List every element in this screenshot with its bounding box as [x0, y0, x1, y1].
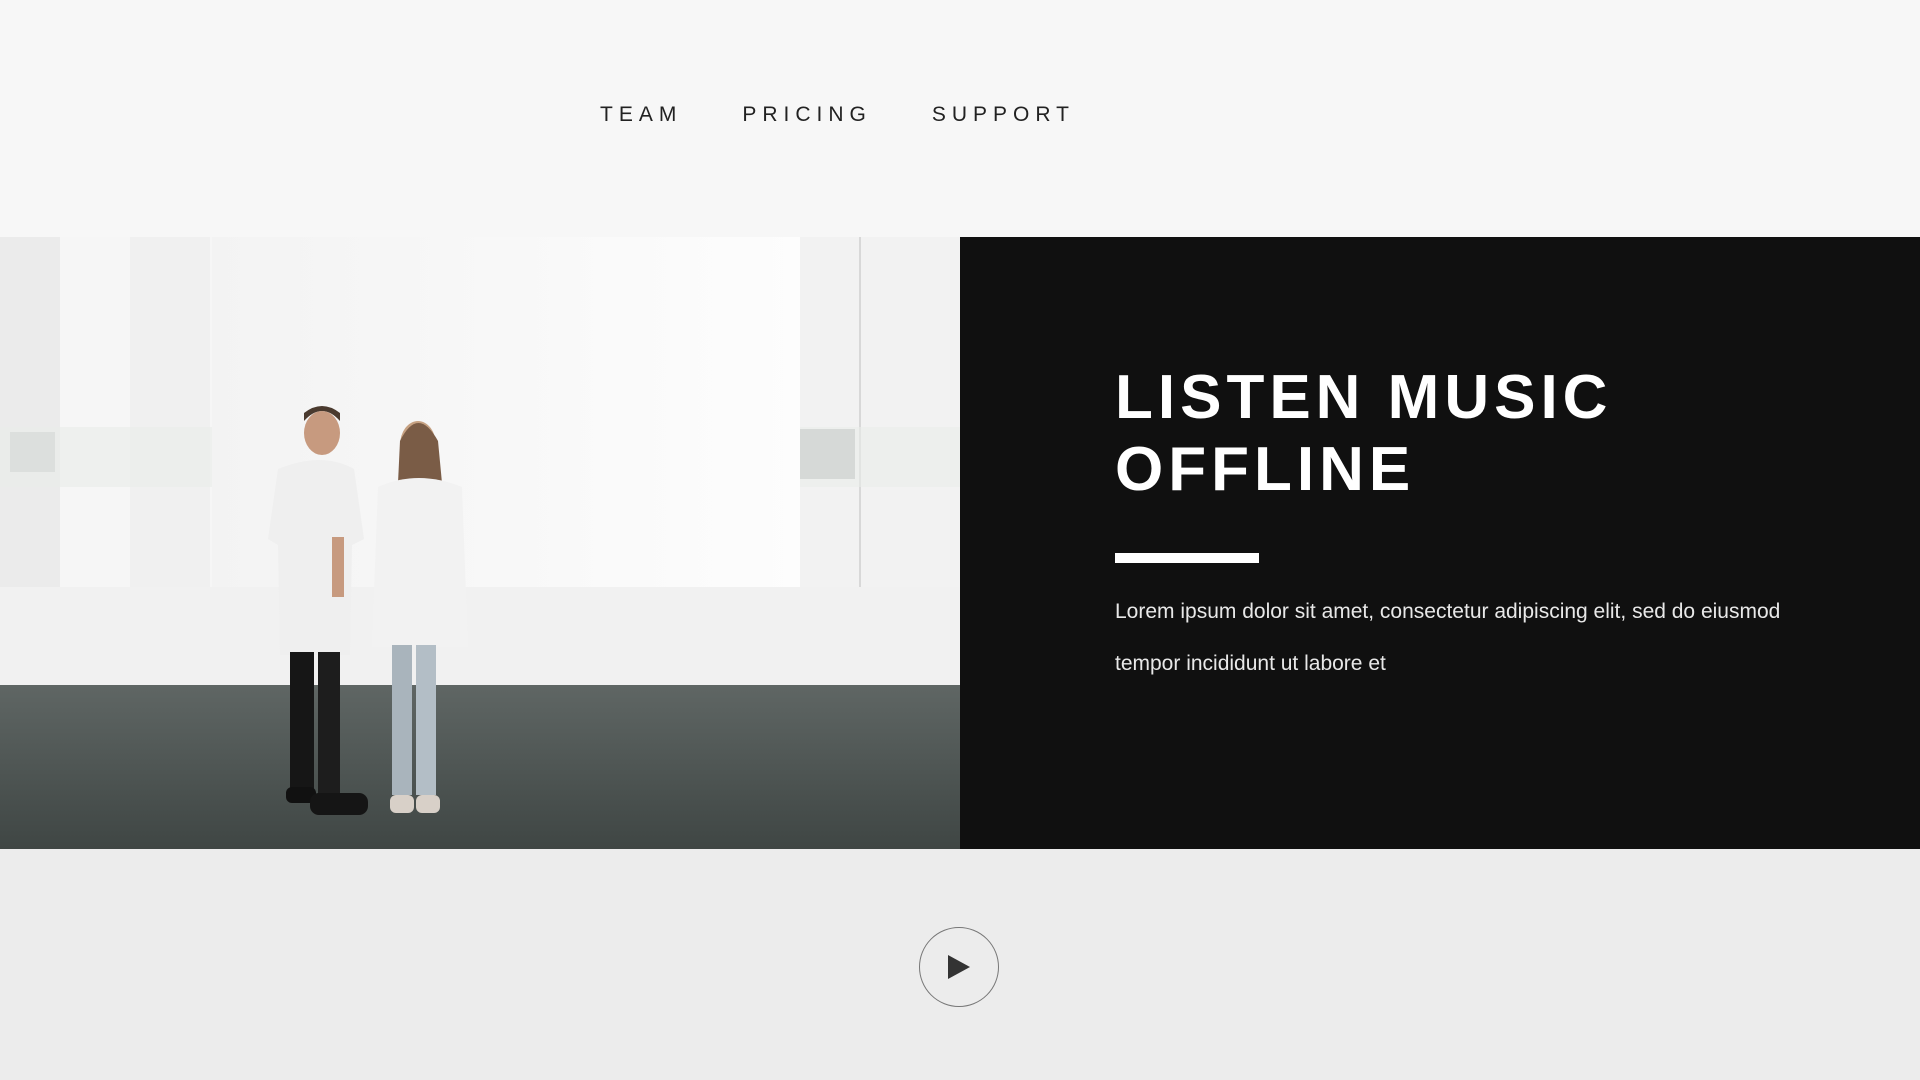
gallery-couple-photo	[0, 237, 960, 849]
hero-body-text: Lorem ipsum dolor sit amet, consectetur …	[1115, 600, 1781, 675]
hero-text-panel: LISTEN MUSIC OFFLINE Lorem ipsum dolor s…	[960, 237, 1920, 849]
hero-headline-line2: OFFLINE	[1115, 435, 1416, 504]
landing-page: TEAM PRICING SUPPORT LISTEN MUSIC OFFLIN…	[0, 0, 1920, 1080]
nav-link-pricing[interactable]: PRICING	[742, 103, 872, 127]
hero-headline: LISTEN MUSIC OFFLINE	[1115, 362, 1815, 506]
top-nav: TEAM PRICING SUPPORT	[600, 100, 1135, 130]
hero-headline-line1: LISTEN MUSIC	[1115, 363, 1613, 432]
play-button[interactable]	[919, 927, 999, 1007]
media-section	[0, 849, 1920, 1080]
nav-link-team[interactable]: TEAM	[600, 103, 682, 127]
nav-link-support[interactable]: SUPPORT	[932, 103, 1075, 127]
hero-photo	[0, 237, 960, 849]
headline-underline	[1115, 553, 1259, 563]
play-icon	[948, 955, 970, 979]
hero-section: LISTEN MUSIC OFFLINE Lorem ipsum dolor s…	[0, 237, 1920, 849]
